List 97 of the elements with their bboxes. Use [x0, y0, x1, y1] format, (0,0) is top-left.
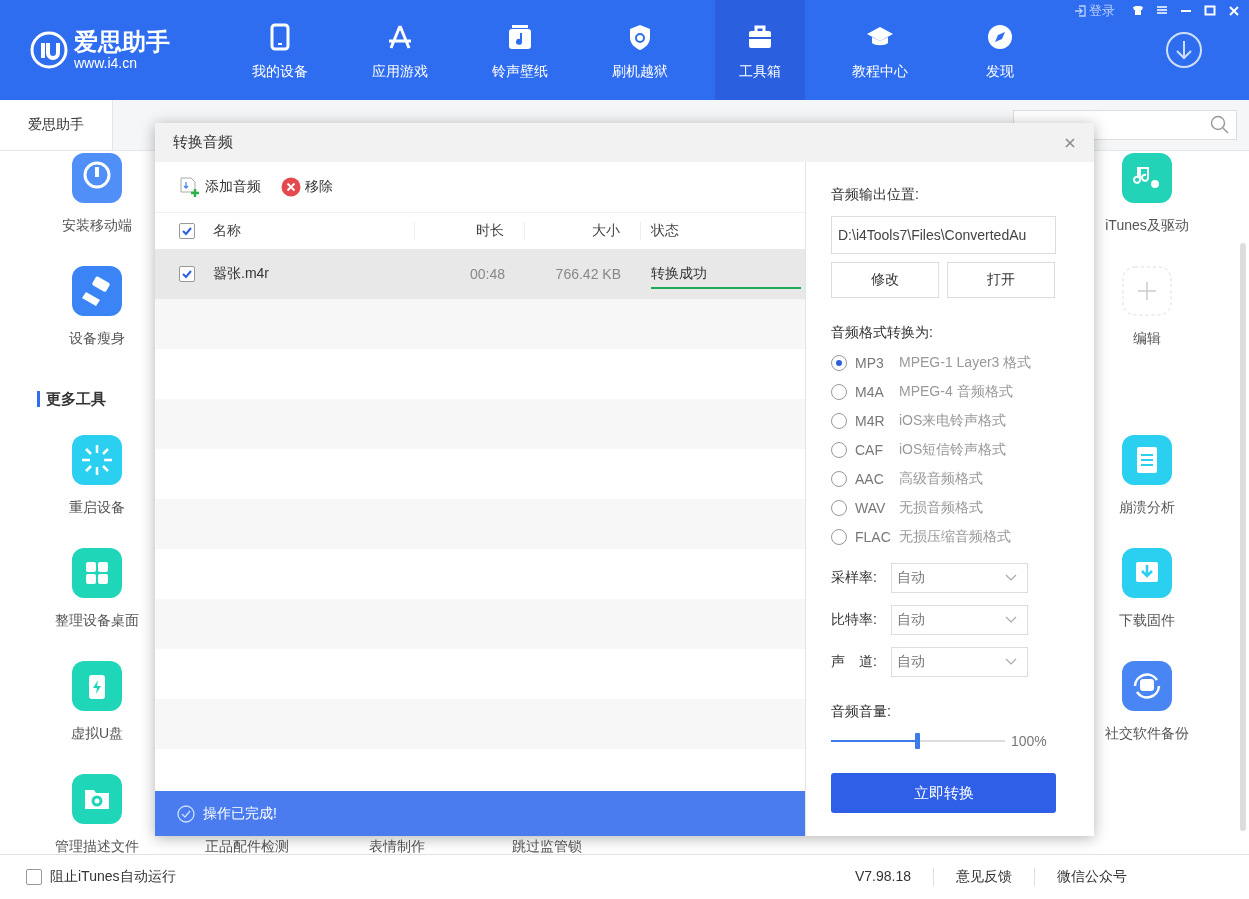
checkbox[interactable]: [179, 223, 195, 239]
checkbox[interactable]: 阻止iTunes自动运行: [26, 868, 176, 886]
tool-icon: [1122, 548, 1172, 598]
tool-icon: [72, 153, 122, 203]
nav-tab[interactable]: 我的设备: [220, 0, 340, 100]
chevron-icon: [1005, 658, 1017, 666]
field-label: 声 道:: [831, 653, 878, 671]
toolbox-icon: [746, 23, 774, 51]
format-option[interactable]: WAV 无损音频格式: [831, 493, 1094, 522]
nav-tab[interactable]: 刷机越狱: [580, 0, 700, 100]
dropdown[interactable]: 自动: [891, 563, 1028, 593]
format-option[interactable]: CAF iOS短信铃声格式: [831, 435, 1094, 464]
path-button[interactable]: 打开: [947, 262, 1055, 298]
tab[interactable]: 爱思助手: [0, 100, 113, 150]
music-icon: [506, 23, 534, 51]
dialog-title: 转换音频: [173, 133, 233, 152]
nav-tab[interactable]: 工具箱: [715, 0, 805, 100]
maximize-icon: [1203, 4, 1217, 18]
search-icon: [1210, 115, 1230, 135]
chevron-icon: [1005, 616, 1017, 624]
check-icon: [181, 225, 193, 237]
format-option[interactable]: FLAC 无损压缩音频格式: [831, 522, 1094, 551]
column-header[interactable]: 状态: [641, 222, 805, 240]
column-header[interactable]: 大小: [525, 222, 641, 240]
table-cell-text: 766.42 KB: [554, 266, 622, 282]
column-header[interactable]: 名称: [213, 222, 415, 240]
nav-tab[interactable]: 发现: [940, 0, 1060, 100]
format-option[interactable]: AAC 高级音频格式: [831, 464, 1094, 493]
status-text: 转换成功: [651, 265, 708, 283]
field-label: 采样率:: [831, 569, 878, 587]
app-name: 爱思助手: [74, 29, 170, 55]
tool-label[interactable]: iTunes及驱动: [1105, 217, 1189, 233]
status-link[interactable]: 微信公众号: [1034, 868, 1149, 886]
add-file-icon: [179, 176, 201, 198]
check-icon: [181, 268, 193, 280]
tool-label[interactable]: 表情制作: [369, 838, 425, 854]
table-cell-text: 00:48: [468, 266, 506, 282]
section-title: 更多工具: [37, 391, 106, 407]
field-label: 音频格式转换为:: [831, 324, 934, 342]
close-icon: [1227, 4, 1241, 18]
column-header[interactable]: 时长: [415, 222, 525, 240]
logo-icon: [30, 31, 68, 69]
status-message: 操作已完成!: [203, 804, 277, 823]
tool-label[interactable]: 整理设备桌面: [55, 612, 139, 628]
table-cell-text: 嚣张.m4r: [213, 265, 270, 283]
nav-tab[interactable]: 应用游戏: [340, 0, 460, 100]
tool-label[interactable]: 正品配件检测: [205, 838, 289, 854]
download-icon: [1165, 31, 1203, 69]
field-label: 音频音量:: [831, 703, 892, 721]
convert-button[interactable]: 立即转换: [831, 773, 1056, 813]
status-link[interactable]: 意见反馈: [933, 868, 1034, 886]
tool-label[interactable]: 编辑: [1133, 330, 1161, 346]
check-circle-icon: [177, 804, 195, 823]
scrollbar[interactable]: [1240, 243, 1246, 831]
table-row[interactable]: 嚣张.m4r 00:48 766.42 KB 转换成功: [155, 249, 805, 299]
dropdown[interactable]: 自动: [891, 605, 1028, 635]
chevron-icon: [1005, 574, 1017, 582]
tool-icon: [72, 266, 122, 316]
nav-tab[interactable]: 铃声壁纸: [460, 0, 580, 100]
tool-label[interactable]: 下载固件: [1119, 612, 1175, 628]
tool-icon: [1122, 435, 1172, 485]
format-option[interactable]: MP3 MPEG-1 Layer3 格式: [831, 348, 1094, 377]
login-icon: [1074, 5, 1086, 17]
tool-icon: [1122, 153, 1172, 203]
tool-icon: [72, 774, 122, 824]
nav-tab[interactable]: 教程中心: [820, 0, 940, 100]
tool-label[interactable]: 跳过监管锁: [512, 838, 582, 854]
tool-label[interactable]: 设备瘦身: [69, 330, 125, 346]
path-button[interactable]: 修改: [831, 262, 939, 298]
toolbar-button[interactable]: 添加音频: [179, 176, 261, 198]
path-field[interactable]: D:\i4Tools7\Files\ConvertedAu: [831, 216, 1056, 254]
tool-label[interactable]: 重启设备: [69, 499, 125, 515]
dropdown[interactable]: 自动: [891, 647, 1028, 677]
tool-label[interactable]: 社交软件备份: [1105, 725, 1189, 741]
tool-icon: [72, 661, 122, 711]
skin-icon: [1131, 4, 1145, 18]
format-option[interactable]: M4A MPEG-4 音频格式: [831, 377, 1094, 406]
add-icon: [1122, 266, 1172, 316]
remove-icon: [281, 177, 301, 197]
tool-icon: [72, 435, 122, 485]
volume-reading: 100%: [1011, 733, 1047, 749]
checkbox[interactable]: [179, 266, 195, 282]
tool-label[interactable]: 管理描述文件: [55, 838, 139, 854]
field-label: 比特率:: [831, 611, 878, 629]
tool-label[interactable]: 虚拟U盘: [70, 725, 124, 741]
tool-label[interactable]: 安装移动端: [62, 217, 132, 233]
status-link[interactable]: V7.98.18: [832, 868, 933, 886]
tool-icon: [72, 548, 122, 598]
tool-label[interactable]: 崩溃分析: [1119, 499, 1175, 515]
format-option[interactable]: M4R iOS来电铃声格式: [831, 406, 1094, 435]
appstore-icon: [386, 23, 414, 51]
close-icon: [1065, 137, 1075, 148]
app-url: www.i4.cn: [74, 55, 139, 71]
tool-icon: [1122, 661, 1172, 711]
toolbar-button[interactable]: 移除: [281, 177, 333, 197]
field-label: 音频输出位置:: [831, 186, 920, 204]
compass-icon: [986, 23, 1014, 51]
